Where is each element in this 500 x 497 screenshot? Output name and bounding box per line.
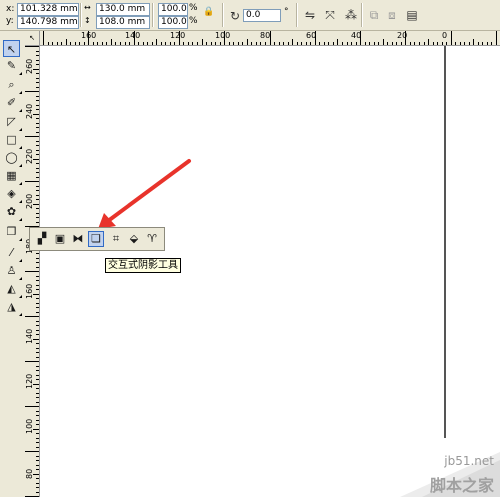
transparency-tool-icon[interactable]: ♈ bbox=[144, 231, 160, 247]
extrude-tool-icon[interactable]: ⬙ bbox=[126, 231, 142, 247]
blend-tool-icon[interactable]: ▞ bbox=[34, 231, 50, 247]
drop-shadow-tool-icon[interactable]: ❏ bbox=[88, 231, 104, 247]
watermark: jb51.net 脚本之家 bbox=[400, 452, 500, 497]
watermark-site: jb51.net bbox=[444, 454, 494, 468]
watermark-brand: 脚本之家 bbox=[429, 476, 494, 495]
contour-tool-icon[interactable]: ▣ bbox=[52, 231, 68, 247]
distort-tool-icon[interactable]: ⧓ bbox=[70, 231, 86, 247]
tooltip: 交互式阴影工具 bbox=[105, 258, 181, 273]
envelope-tool-icon[interactable]: ⌗ bbox=[108, 231, 124, 247]
interactive-tools-flyout: ▞ ▣ ⧓ ❏ ⌗ ⬙ ♈ bbox=[29, 227, 165, 251]
